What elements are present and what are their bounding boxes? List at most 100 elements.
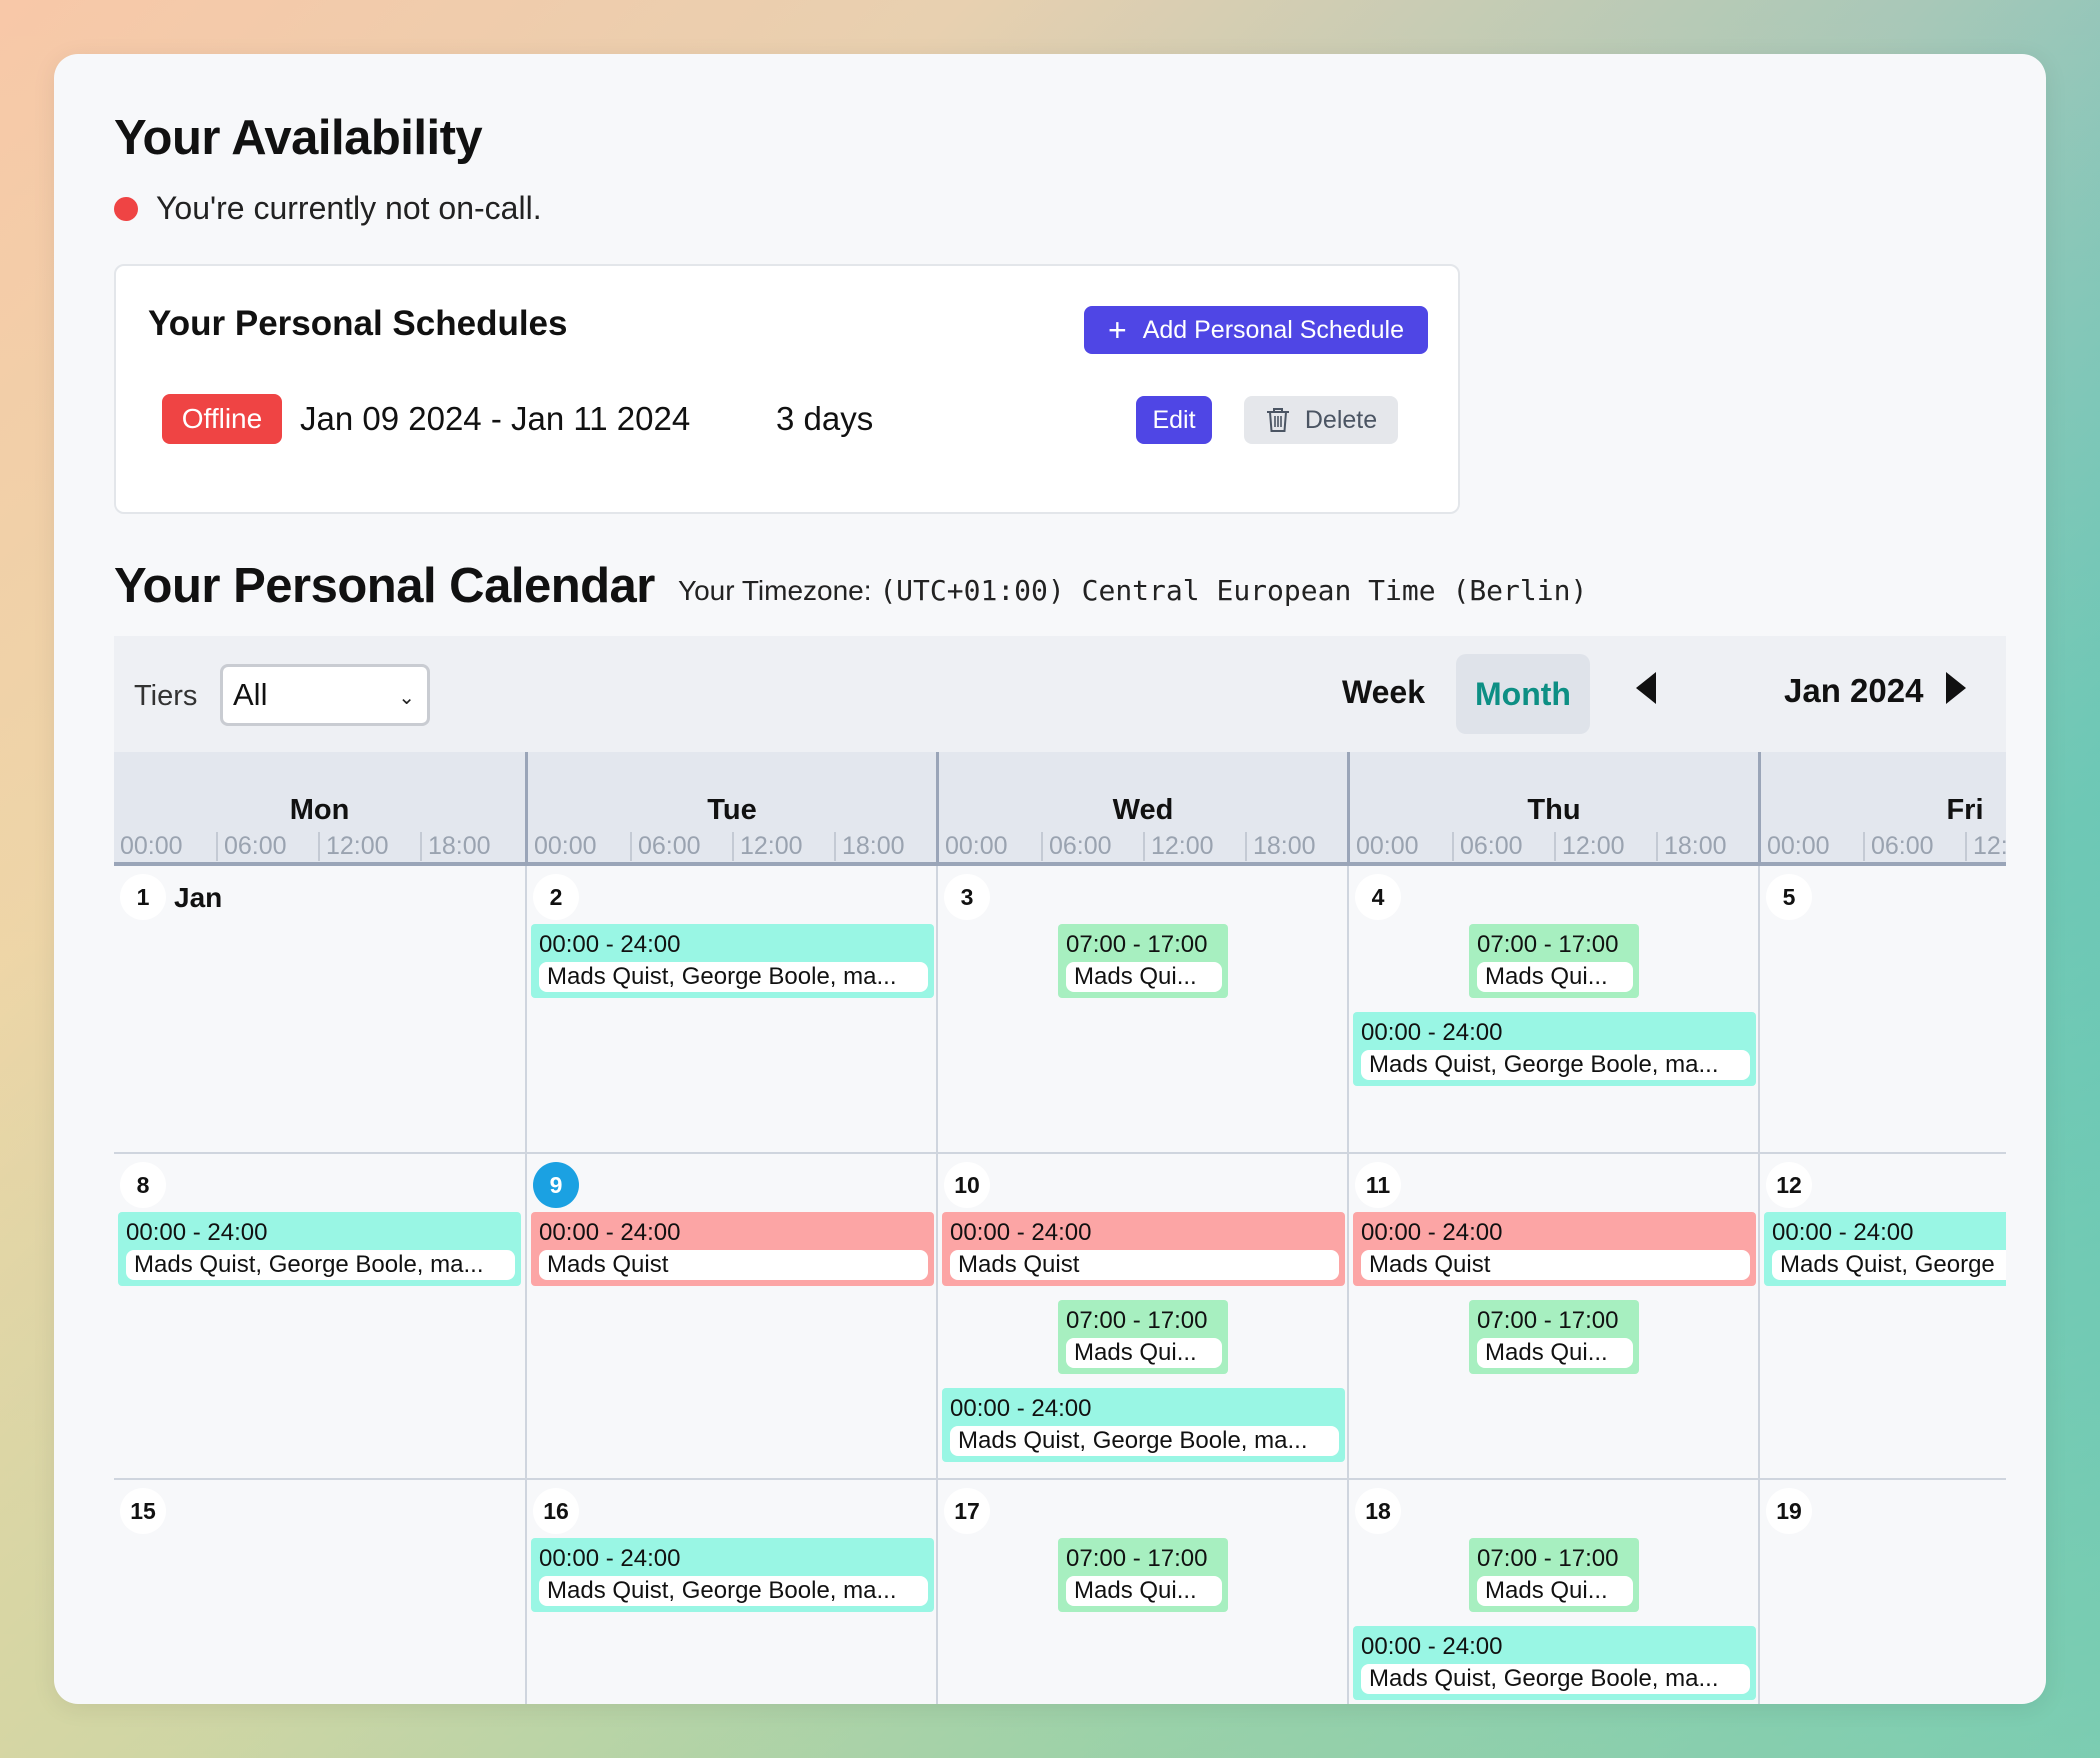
timezone-info: Your Timezone: (UTC+01:00) Central Europ…	[678, 574, 1587, 607]
weekday-header: Mon 00:00 06:00 12:00 18:00 Tue 00:00 06…	[114, 752, 2006, 866]
hour-tick: 00:00	[534, 832, 597, 860]
event-time: 07:00 - 17:00	[1477, 931, 1619, 958]
calendar-event[interactable]: 00:00 - 24:00 Mads Quist, George Boole, …	[531, 924, 934, 998]
calendar-event[interactable]: 07:00 - 17:00 Mads Qui...	[1058, 924, 1228, 998]
day-cell[interactable]: 17 07:00 - 17:00 Mads Qui...	[936, 1480, 1347, 1704]
event-participants: Mads Quist, George Boole, ma...	[1361, 1664, 1750, 1694]
day-cell[interactable]: 10 00:00 - 24:00 Mads Quist 07:00 - 17:0…	[936, 1154, 1347, 1478]
delete-schedule-button[interactable]: Delete	[1244, 396, 1398, 444]
hour-tick: 18:00	[420, 832, 522, 861]
day-cell[interactable]: 15	[114, 1480, 525, 1704]
event-time: 07:00 - 17:00	[1477, 1307, 1619, 1334]
event-time: 00:00 - 24:00	[1361, 1633, 1503, 1660]
calendar-event[interactable]: 07:00 - 17:00 Mads Qui...	[1469, 1538, 1639, 1612]
offline-event[interactable]: 00:00 - 24:00 Mads Quist	[942, 1212, 1345, 1286]
day-cell[interactable]: 3 07:00 - 17:00 Mads Qui...	[936, 866, 1347, 1152]
status-text: You're currently not on-call.	[156, 190, 542, 226]
event-participants: Mads Qui...	[1066, 962, 1222, 992]
timezone-value: (UTC+01:00) Central European Time (Berli…	[879, 574, 1588, 607]
day-cell[interactable]: 9 00:00 - 24:00 Mads Quist	[525, 1154, 936, 1478]
trash-icon	[1266, 408, 1289, 432]
day-cell[interactable]: 1 Jan	[114, 866, 525, 1152]
hour-tick: 00:00	[1356, 832, 1419, 860]
personal-schedules-title: Your Personal Schedules	[148, 304, 568, 343]
availability-title: Your Availability	[114, 111, 483, 165]
event-participants: Mads Qui...	[1066, 1576, 1222, 1606]
calendar-week-row: 15 16 00:00 - 24:00 Mads Quist, George B…	[114, 1480, 2006, 1704]
calendar-week-row: 1 Jan 2 00:00 - 24:00 Mads Quist, George…	[114, 866, 2006, 1154]
day-cell[interactable]: 5	[1758, 866, 2006, 1152]
weekday-label: Tue	[707, 794, 757, 826]
calendar-event[interactable]: 07:00 - 17:00 Mads Qui...	[1058, 1300, 1228, 1374]
calendar-toolbar: Tiers All ⌄ Week Month Jan 2024	[114, 636, 2006, 752]
hour-tick: 12:	[1965, 832, 2006, 861]
day-cell[interactable]: 12 00:00 - 24:00 Mads Quist, George	[1758, 1154, 2006, 1478]
day-cell[interactable]: 11 00:00 - 24:00 Mads Quist 07:00 - 17:0…	[1347, 1154, 1758, 1478]
offline-event[interactable]: 00:00 - 24:00 Mads Quist	[1353, 1212, 1756, 1286]
day-number: 2	[533, 874, 579, 920]
day-number: 3	[944, 874, 990, 920]
calendar-event[interactable]: 07:00 - 17:00 Mads Qui...	[1058, 1538, 1228, 1612]
day-number: 1	[120, 874, 166, 920]
calendar-event[interactable]: 07:00 - 17:00 Mads Qui...	[1469, 924, 1639, 998]
day-cell[interactable]: 18 07:00 - 17:00 Mads Qui... 00:00 - 24:…	[1347, 1480, 1758, 1704]
tiers-select[interactable]: All ⌄	[220, 664, 430, 726]
hour-tick: 12:00	[1554, 832, 1656, 861]
add-personal-schedule-label: Add Personal Schedule	[1142, 315, 1404, 344]
day-number: 17	[944, 1488, 990, 1534]
event-participants: Mads Quist	[539, 1250, 928, 1280]
personal-schedules-panel: Your Personal Schedules + Add Personal S…	[114, 264, 1460, 514]
event-participants: Mads Quist, George Boole, ma...	[950, 1426, 1339, 1456]
calendar-event[interactable]: 00:00 - 24:00 Mads Quist, George	[1764, 1212, 2006, 1286]
calendar-event[interactable]: 07:00 - 17:00 Mads Qui...	[1469, 1300, 1639, 1374]
schedule-duration: 3 days	[776, 400, 874, 437]
event-time: 00:00 - 24:00	[950, 1219, 1092, 1246]
weekday-label: Thu	[1527, 794, 1581, 826]
event-time: 00:00 - 24:00	[1772, 1219, 1914, 1246]
plus-icon: +	[1108, 312, 1127, 348]
event-time: 00:00 - 24:00	[126, 1219, 268, 1246]
event-participants: Mads Qui...	[1477, 1338, 1633, 1368]
weekday-label: Wed	[1112, 794, 1174, 826]
view-month-button[interactable]: Month	[1456, 654, 1590, 734]
hour-tick: 12:00	[732, 832, 834, 861]
day-number: 8	[120, 1162, 166, 1208]
offline-event[interactable]: 00:00 - 24:00 Mads Quist	[531, 1212, 934, 1286]
header-day-fri: Fri 00:00 06:00 12:	[1758, 752, 2006, 862]
calendar-event[interactable]: 00:00 - 24:00 Mads Quist, George Boole, …	[531, 1538, 934, 1612]
calendar-event[interactable]: 00:00 - 24:00 Mads Quist, George Boole, …	[1353, 1012, 1756, 1086]
day-cell[interactable]: 4 07:00 - 17:00 Mads Qui... 00:00 - 24:0…	[1347, 866, 1758, 1152]
event-participants: Mads Quist	[950, 1250, 1339, 1280]
event-time: 07:00 - 17:00	[1066, 1545, 1208, 1572]
hour-tick: 12:00	[318, 832, 420, 861]
day-cell[interactable]: 19	[1758, 1480, 2006, 1704]
view-week-button[interactable]: Week	[1342, 674, 1425, 711]
edit-schedule-button[interactable]: Edit	[1136, 396, 1212, 444]
event-time: 00:00 - 24:00	[950, 1395, 1092, 1422]
day-cell[interactable]: 8 00:00 - 24:00 Mads Quist, George Boole…	[114, 1154, 525, 1478]
day-cell[interactable]: 2 00:00 - 24:00 Mads Quist, George Boole…	[525, 866, 936, 1152]
event-participants: Mads Qui...	[1477, 962, 1633, 992]
previous-month-icon[interactable]	[1636, 672, 1656, 704]
event-time: 00:00 - 24:00	[539, 1545, 681, 1572]
calendar-event[interactable]: 00:00 - 24:00 Mads Quist, George Boole, …	[118, 1212, 521, 1286]
day-number: 10	[944, 1162, 990, 1208]
day-number: 19	[1766, 1488, 1812, 1534]
event-participants: Mads Qui...	[1477, 1576, 1633, 1606]
tiers-label: Tiers	[134, 680, 198, 712]
next-month-icon[interactable]	[1946, 672, 1966, 704]
event-time: 00:00 - 24:00	[539, 1219, 681, 1246]
day-number: 15	[120, 1488, 166, 1534]
add-personal-schedule-button[interactable]: + Add Personal Schedule	[1084, 306, 1428, 354]
event-participants: Mads Quist, George Boole, ma...	[1361, 1050, 1750, 1080]
hour-tick: 18:00	[834, 832, 936, 861]
schedule-date-range: Jan 09 2024 - Jan 11 2024	[300, 400, 691, 437]
event-time: 00:00 - 24:00	[539, 931, 681, 958]
hour-tick: 18:00	[1656, 832, 1758, 861]
calendar-event[interactable]: 00:00 - 24:00 Mads Quist, George Boole, …	[1353, 1626, 1756, 1700]
calendar-event[interactable]: 00:00 - 24:00 Mads Quist, George Boole, …	[942, 1388, 1345, 1462]
day-cell[interactable]: 16 00:00 - 24:00 Mads Quist, George Bool…	[525, 1480, 936, 1704]
hour-tick: 06:00	[1452, 832, 1554, 861]
hour-tick: 06:00	[630, 832, 732, 861]
tiers-selected-value: All	[233, 677, 268, 712]
